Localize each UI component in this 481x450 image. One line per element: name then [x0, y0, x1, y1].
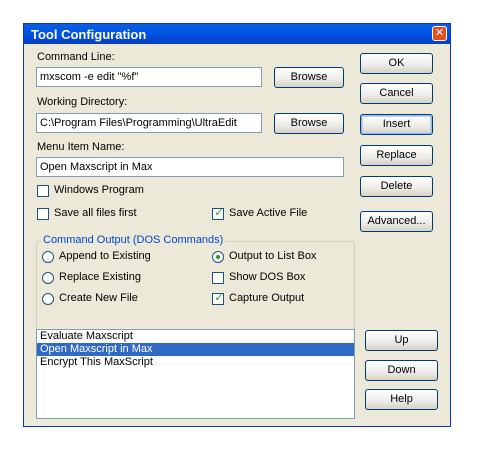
- output-to-list-box-label: Output to List Box: [229, 250, 317, 262]
- create-new-file-label: Create New File: [59, 292, 138, 304]
- working-directory-browse-button[interactable]: Browse: [274, 113, 344, 134]
- down-button[interactable]: Down: [365, 360, 438, 381]
- close-button[interactable]: ✕: [432, 26, 447, 41]
- menu-item-name-label: Menu Item Name:: [37, 141, 125, 153]
- working-directory-label: Working Directory:: [37, 96, 128, 108]
- show-dos-box-label: Show DOS Box: [229, 271, 306, 283]
- save-active-file-checkbox[interactable]: ✓: [212, 207, 224, 220]
- replace-button[interactable]: Replace: [360, 145, 433, 166]
- show-dos-box-checkbox[interactable]: [212, 272, 224, 284]
- command-line-input[interactable]: mxscom -e edit "%f": [36, 67, 262, 87]
- list-item[interactable]: Evaluate Maxscript: [37, 330, 354, 343]
- help-button[interactable]: Help: [365, 389, 438, 410]
- delete-button[interactable]: Delete: [360, 176, 433, 197]
- up-button[interactable]: Up: [365, 330, 438, 351]
- tool-configuration-dialog: Tool Configuration ✕ Command Line: mxsco…: [23, 23, 451, 427]
- save-all-files-first-label: Save all files first: [54, 207, 137, 219]
- list-item[interactable]: Encrypt This MaxScript: [37, 356, 354, 369]
- command-line-label: Command Line:: [37, 51, 115, 63]
- radio-selected-icon: [216, 255, 220, 259]
- create-new-file-radio[interactable]: [42, 293, 54, 305]
- replace-existing-radio[interactable]: [42, 272, 54, 284]
- tool-list[interactable]: Evaluate Maxscript Open Maxscript in Max…: [36, 329, 355, 419]
- ok-button[interactable]: OK: [360, 53, 433, 74]
- command-output-group-title: Command Output (DOS Commands): [41, 234, 226, 246]
- append-to-existing-radio[interactable]: [42, 251, 54, 263]
- append-to-existing-label: Append to Existing: [59, 250, 151, 262]
- advanced-button[interactable]: Advanced...: [360, 211, 433, 232]
- command-line-browse-button[interactable]: Browse: [274, 67, 344, 88]
- check-mark-icon: ✓: [214, 292, 224, 304]
- capture-output-label: Capture Output: [229, 292, 305, 304]
- working-directory-input[interactable]: C:\Program Files\Programming\UltraEdit: [36, 113, 262, 133]
- close-icon: ✕: [434, 27, 445, 39]
- menu-item-name-input[interactable]: Open Maxscript in Max: [36, 157, 344, 177]
- save-active-file-label: Save Active File: [229, 207, 308, 219]
- capture-output-checkbox[interactable]: ✓: [212, 292, 224, 305]
- title-bar[interactable]: Tool Configuration ✕: [24, 24, 450, 44]
- save-all-files-first-checkbox[interactable]: [37, 208, 49, 220]
- output-to-list-box-radio[interactable]: [212, 251, 224, 263]
- list-item[interactable]: Open Maxscript in Max: [37, 343, 354, 356]
- replace-existing-label: Replace Existing: [59, 271, 141, 283]
- windows-program-label: Windows Program: [54, 184, 144, 196]
- insert-button[interactable]: Insert: [360, 114, 433, 135]
- windows-program-checkbox[interactable]: [37, 185, 49, 197]
- check-mark-icon: ✓: [214, 207, 224, 219]
- cancel-button[interactable]: Cancel: [360, 83, 433, 104]
- dialog-title: Tool Configuration: [31, 27, 147, 42]
